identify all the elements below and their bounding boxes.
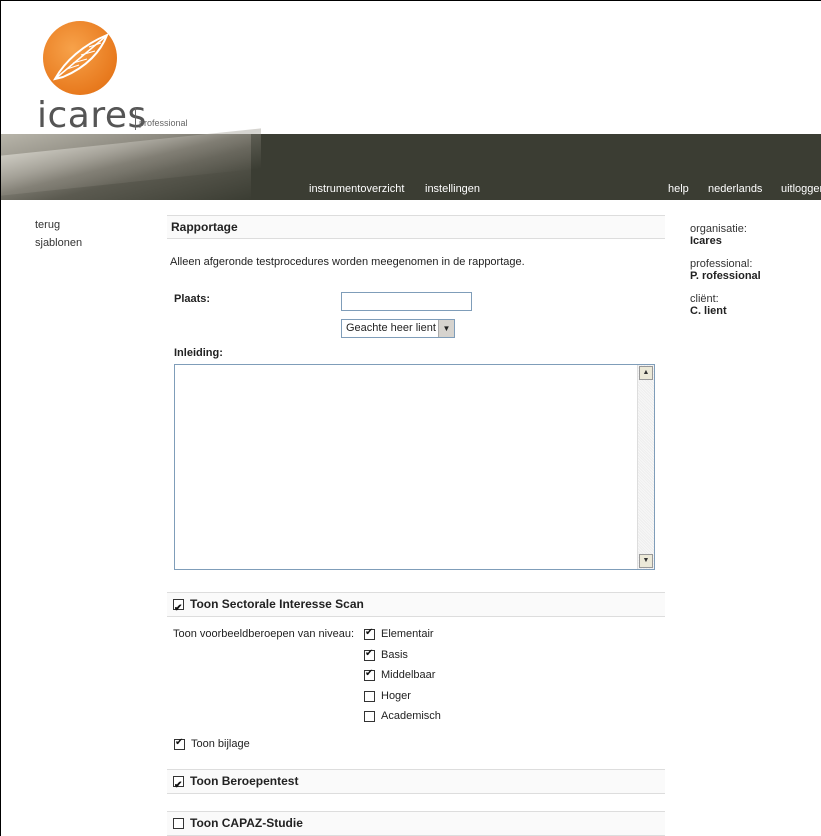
middelbaar-checkbox[interactable] (364, 668, 375, 681)
sidebar-item-sjablonen[interactable]: sjablonen (35, 234, 82, 252)
logo-separator (135, 108, 136, 130)
page-frame: icares professional instrumentoverzicht … (0, 0, 821, 836)
section-capaz[interactable]: Toon CAPAZ-Studie (167, 811, 665, 836)
nav-nederlands-label: nederlands (708, 183, 763, 195)
professional-label: professional: (690, 258, 753, 270)
logo-subtitle: professional (139, 118, 188, 128)
basis-checkbox[interactable] (364, 648, 375, 661)
niveau-middelbaar[interactable]: Middelbaar (364, 668, 436, 681)
main-content: Rapportage (167, 215, 665, 239)
niveau-hoger[interactable]: Hoger (364, 690, 411, 702)
plaats-label: Plaats: (174, 293, 211, 305)
nav-instrumentoverzicht-label: instrumentoverzicht (309, 183, 405, 195)
hoger-label: Hoger (381, 690, 411, 702)
nav-instellingen[interactable]: instellingen (425, 183, 480, 195)
client-value: C. lient (690, 305, 727, 317)
salutation-value: Geachte heer lient (346, 322, 436, 334)
logo-wordmark: icares (37, 95, 147, 136)
scroll-up-icon[interactable]: ▲ (639, 366, 653, 380)
nav-help[interactable]: help (668, 183, 689, 195)
elementair-label: Elementair (381, 628, 434, 640)
chevron-down-icon[interactable]: ▼ (438, 320, 454, 337)
sis-label: Toon Sectorale Interesse Scan (190, 597, 364, 611)
nav-help-label: help (668, 183, 689, 195)
nav-uitloggen-label: uitloggen (781, 183, 821, 195)
session-info: organisatie: Icares professional: P. rof… (690, 223, 761, 328)
academisch-checkbox[interactable] (364, 710, 375, 722)
hoger-checkbox[interactable] (364, 690, 375, 702)
intro-text: Alleen afgeronde testprocedures worden m… (170, 256, 525, 268)
nav-uitloggen[interactable]: uitloggen (781, 183, 821, 195)
professional-value: P. rofessional (690, 270, 761, 282)
section-sis[interactable]: Toon Sectorale Interesse Scan (167, 592, 665, 620)
sidebar-item-terug[interactable]: terug (35, 216, 82, 234)
niveau-elementair[interactable]: Elementair (364, 627, 434, 640)
beroepentest-checkbox[interactable] (173, 774, 184, 797)
sis-checkbox[interactable] (173, 597, 184, 620)
capaz-checkbox[interactable] (173, 818, 184, 830)
bijlage-checkbox[interactable] (174, 737, 185, 750)
niveau-basis[interactable]: Basis (364, 648, 408, 661)
niveau-academisch[interactable]: Academisch (364, 710, 441, 722)
textarea-scrollbar[interactable]: ▲ ▼ (637, 365, 654, 569)
feather-logo-icon (43, 21, 117, 95)
basis-label: Basis (381, 649, 408, 661)
organisatie-value: Icares (690, 235, 722, 247)
elementair-checkbox[interactable] (364, 627, 375, 640)
left-sidebar: terug sjablonen (35, 216, 82, 252)
nav-instrumentoverzicht[interactable]: instrumentoverzicht (309, 183, 404, 195)
salutation-select[interactable]: Geachte heer lient ▼ (341, 319, 455, 338)
header-banner (1, 128, 821, 200)
section-beroepentest[interactable]: Toon Beroepentest (167, 769, 665, 797)
inleiding-textarea[interactable]: ▲ ▼ (174, 364, 655, 570)
middelbaar-label: Middelbaar (381, 669, 436, 681)
capaz-label: Toon CAPAZ-Studie (190, 816, 303, 830)
beroepentest-label: Toon Beroepentest (190, 774, 299, 788)
plaats-input[interactable] (341, 292, 472, 311)
nav-nederlands[interactable]: nederlands (708, 183, 762, 195)
bijlage-label: Toon bijlage (191, 738, 250, 750)
organisatie-label: organisatie: (690, 223, 747, 235)
academisch-label: Academisch (381, 710, 441, 722)
bijlage-option[interactable]: Toon bijlage (174, 737, 250, 750)
page-title: Rapportage (167, 215, 665, 239)
inleiding-label: Inleiding: (174, 347, 223, 359)
client-label: cliënt: (690, 293, 719, 305)
scroll-down-icon[interactable]: ▼ (639, 554, 653, 568)
niveau-label: Toon voorbeeldberoepen van niveau: (173, 628, 355, 640)
nav-instellingen-label: instellingen (425, 183, 481, 195)
